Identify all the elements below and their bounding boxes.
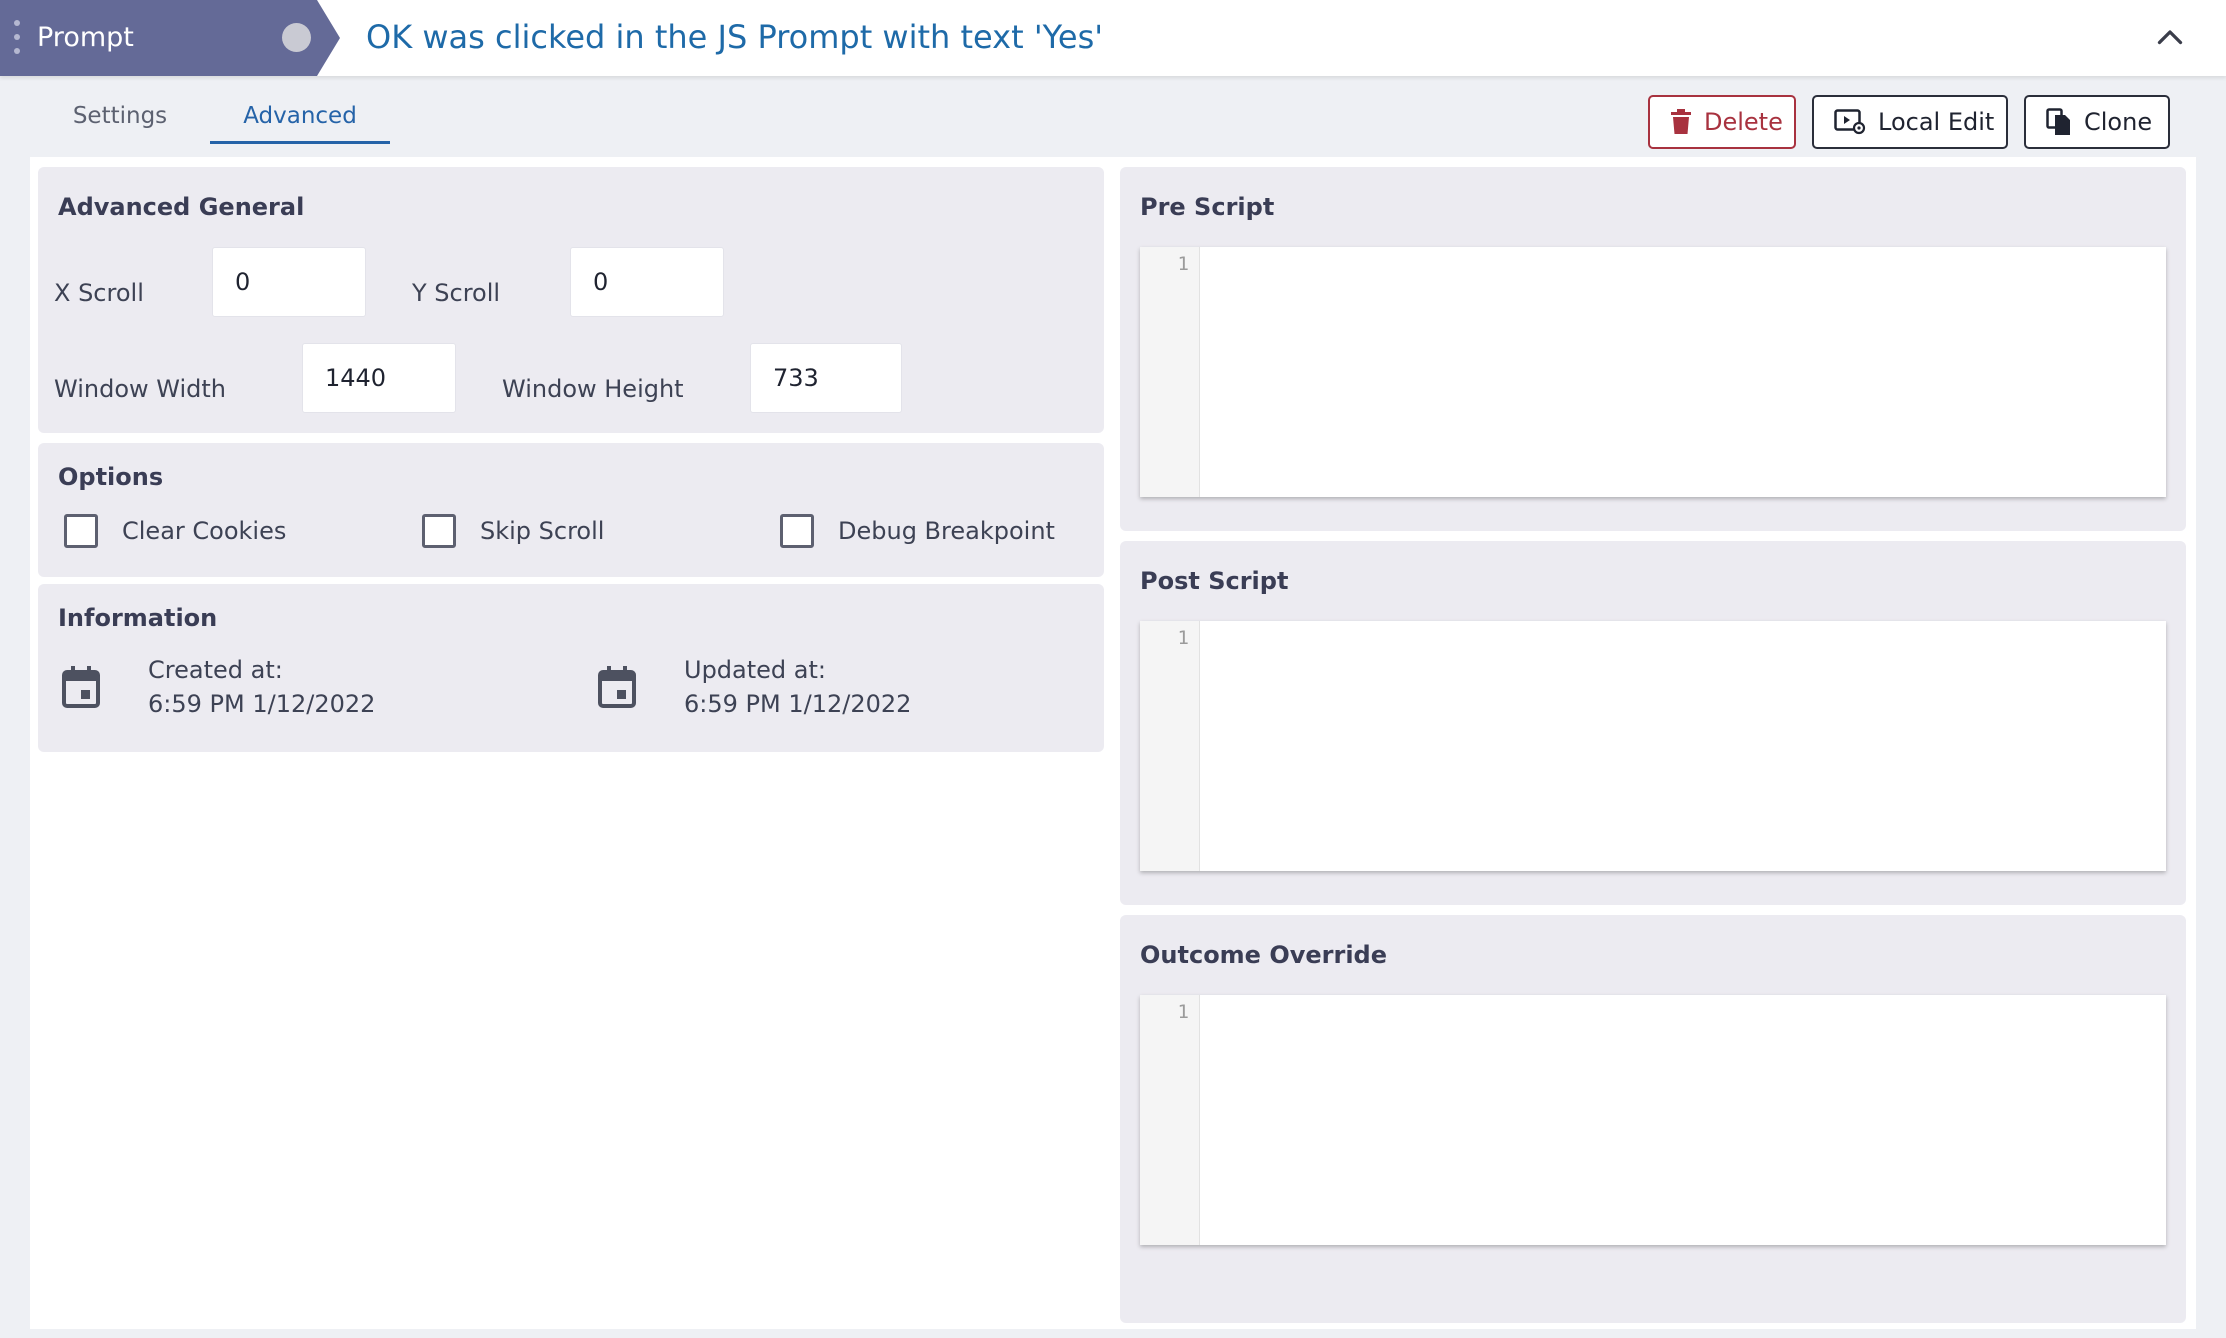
trash-icon — [1671, 109, 1691, 134]
local-edit-button-label: Local Edit — [1878, 108, 1995, 136]
y-scroll-input[interactable]: 0 — [570, 247, 724, 317]
skip-scroll-checkbox[interactable] — [422, 514, 456, 548]
x-scroll-input[interactable]: 0 — [212, 247, 366, 317]
created-at-value: 6:59 PM 1/12/2022 — [148, 690, 376, 718]
chevron-up-icon[interactable] — [2152, 20, 2188, 56]
post-script-title: Post Script — [1140, 567, 1289, 595]
status-dot-icon — [282, 23, 311, 52]
updated-at-label: Updated at: — [684, 656, 826, 684]
clone-button-label: Clone — [2084, 108, 2153, 136]
copy-icon — [2046, 108, 2070, 135]
line-number: 1 — [1177, 253, 1189, 275]
window-width-label: Window Width — [54, 375, 226, 403]
information-title: Information — [58, 604, 218, 632]
tab-settings[interactable]: Settings — [58, 92, 182, 144]
clear-cookies-checkbox[interactable] — [64, 514, 98, 548]
window-height-label: Window Height — [502, 375, 684, 403]
pre-script-panel: Pre Script 1 — [1120, 167, 2186, 531]
local-edit-button[interactable]: Local Edit — [1812, 95, 2008, 149]
step-type-label: Prompt — [37, 22, 134, 53]
post-script-panel: Post Script 1 — [1120, 541, 2186, 905]
outcome-override-panel: Outcome Override 1 — [1120, 915, 2186, 1323]
drag-handle-icon[interactable] — [14, 20, 22, 60]
pre-script-editor[interactable]: 1 — [1140, 247, 2166, 497]
post-script-editor[interactable]: 1 — [1140, 621, 2166, 871]
debug-breakpoint-label: Debug Breakpoint — [838, 517, 1055, 545]
x-scroll-label: X Scroll — [54, 279, 144, 307]
debug-breakpoint-checkbox[interactable] — [780, 514, 814, 548]
local-edit-icon — [1834, 109, 1866, 135]
window-height-input[interactable]: 733 — [750, 343, 902, 413]
outcome-override-editor[interactable]: 1 — [1140, 995, 2166, 1245]
line-number: 1 — [1177, 1001, 1189, 1023]
skip-scroll-label: Skip Scroll — [480, 517, 605, 545]
line-gutter: 1 — [1140, 995, 1200, 1245]
step-title[interactable]: OK was clicked in the JS Prompt with tex… — [366, 0, 1103, 76]
delete-button[interactable]: Delete — [1648, 95, 1796, 149]
clone-button[interactable]: Clone — [2024, 95, 2170, 149]
calendar-icon — [598, 666, 636, 712]
created-at-label: Created at: — [148, 656, 283, 684]
delete-button-label: Delete — [1704, 108, 1783, 136]
y-scroll-label: Y Scroll — [412, 279, 501, 307]
calendar-icon — [62, 666, 100, 712]
step-type-tag[interactable]: Prompt — [0, 0, 340, 76]
updated-at-value: 6:59 PM 1/12/2022 — [684, 690, 912, 718]
clear-cookies-label: Clear Cookies — [122, 517, 287, 545]
information-panel: Information Created at: 6:59 PM 1/12/202… — [38, 584, 1104, 752]
advanced-content: Advanced General X Scroll 0 Y Scroll 0 W… — [30, 157, 2196, 1329]
advanced-general-panel: Advanced General X Scroll 0 Y Scroll 0 W… — [38, 167, 1104, 433]
options-title: Options — [58, 463, 164, 491]
advanced-general-title: Advanced General — [58, 193, 305, 221]
options-panel: Options Clear Cookies Skip Scroll Debug … — [38, 443, 1104, 577]
line-number: 1 — [1177, 627, 1189, 649]
line-gutter: 1 — [1140, 247, 1200, 497]
window-width-input[interactable]: 1440 — [302, 343, 456, 413]
line-gutter: 1 — [1140, 621, 1200, 871]
tab-advanced[interactable]: Advanced — [210, 92, 390, 144]
pre-script-title: Pre Script — [1140, 193, 1275, 221]
outcome-override-title: Outcome Override — [1140, 941, 1387, 969]
step-header: Prompt OK was clicked in the JS Prompt w… — [0, 0, 2226, 76]
